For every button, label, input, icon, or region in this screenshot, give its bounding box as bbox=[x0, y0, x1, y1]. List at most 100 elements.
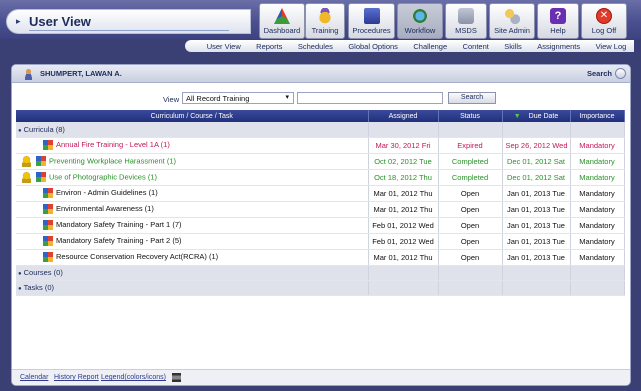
page-title: User View bbox=[29, 14, 91, 29]
row-name[interactable]: Use of Photographic Devices bbox=[49, 172, 146, 181]
row-count: (1) bbox=[144, 203, 154, 213]
row-name[interactable]: Resource Conservation Recovery Act(RCRA) bbox=[56, 252, 207, 261]
row-name[interactable]: Mandatory Safety Training - Part 2 bbox=[56, 236, 170, 245]
menu-user-view[interactable]: User View bbox=[207, 42, 241, 51]
view-select[interactable]: All Record Training ▾ bbox=[182, 92, 294, 104]
dashboard-icon bbox=[274, 8, 290, 24]
menu-schedules[interactable]: Schedules bbox=[298, 42, 333, 51]
table-row[interactable]: Mandatory Safety Training - Part 1 (7) F… bbox=[16, 217, 625, 234]
row-importance: Mandatory bbox=[570, 137, 625, 154]
award-icon bbox=[22, 155, 31, 167]
group-label: Curricula bbox=[23, 124, 54, 134]
search-button[interactable]: Search bbox=[448, 92, 496, 104]
row-assigned: Feb 01, 2012 Wed bbox=[368, 217, 439, 234]
row-status: Completed bbox=[438, 169, 503, 186]
group-row-curricula[interactable]: ● Curricula (8) bbox=[16, 122, 625, 138]
table-row[interactable]: Mandatory Safety Training - Part 2 (5) F… bbox=[16, 233, 625, 250]
site-admin-icon bbox=[504, 8, 520, 24]
site-admin-button[interactable]: Site Admin bbox=[489, 3, 535, 39]
msds-icon bbox=[458, 8, 474, 24]
legend-link[interactable]: Legend(colors/icons) bbox=[101, 374, 166, 381]
row-assigned: Oct 18, 2012 Thu bbox=[368, 169, 439, 186]
row-due: Dec 01, 2012 Sat bbox=[502, 169, 571, 186]
user-name: SHUMPERT, LAWAN A. bbox=[40, 69, 122, 78]
workflow-button[interactable]: Workflow bbox=[397, 3, 443, 39]
menu-challenge[interactable]: Challenge bbox=[413, 42, 447, 51]
panel-search-label[interactable]: Search bbox=[587, 69, 612, 78]
row-name[interactable]: Environmental Awareness bbox=[56, 204, 143, 213]
table-row[interactable]: Environmental Awareness (1) Mar 01, 2012… bbox=[16, 201, 625, 218]
row-status: Expired bbox=[438, 137, 503, 154]
page-title-bar: ▸ User View bbox=[6, 9, 251, 34]
log-off-button[interactable]: ✕ Log Off bbox=[581, 3, 627, 39]
table-row[interactable]: Environ - Admin Guidelines (1) Mar 01, 2… bbox=[16, 185, 625, 202]
panel-search-toggle-icon[interactable] bbox=[615, 68, 626, 79]
user-icon bbox=[23, 68, 34, 80]
row-name[interactable]: Environ - Admin Guidelines bbox=[56, 188, 146, 197]
col-header-importance[interactable]: Importance bbox=[570, 110, 625, 122]
curriculum-icon bbox=[43, 188, 53, 198]
curriculum-icon bbox=[36, 172, 46, 182]
row-importance: Mandatory bbox=[570, 233, 625, 250]
msds-button[interactable]: MSDS bbox=[445, 3, 487, 39]
group-row-courses[interactable]: ● Courses (0) bbox=[16, 265, 625, 281]
title-underline bbox=[29, 30, 229, 31]
help-icon: ? bbox=[550, 8, 566, 24]
group-label: Courses bbox=[23, 268, 52, 277]
group-tasks-cell[interactable]: ● Tasks (0) bbox=[16, 280, 369, 296]
training-button[interactable]: Training bbox=[305, 3, 345, 39]
procedures-label: Procedures bbox=[352, 26, 391, 35]
filter-row: View All Record Training ▾ Search bbox=[12, 91, 630, 105]
row-name[interactable]: Mandatory Safety Training - Part 1 bbox=[56, 220, 170, 229]
procedures-icon bbox=[363, 8, 380, 24]
table-row[interactable]: Preventing Workplace Harassment (1) Oct … bbox=[16, 153, 625, 170]
curriculum-icon bbox=[36, 156, 46, 166]
row-name[interactable]: Preventing Workplace Harassment bbox=[49, 156, 165, 165]
row-status: Open bbox=[438, 185, 503, 202]
menu-content[interactable]: Content bbox=[463, 42, 489, 51]
row-name[interactable]: Annual Fire Training - Level 1A bbox=[56, 140, 159, 149]
col-header-status[interactable]: Status bbox=[438, 110, 503, 122]
row-count: (1) bbox=[148, 187, 158, 197]
table-row[interactable]: Use of Photographic Devices (1) Oct 18, … bbox=[16, 169, 625, 186]
row-assigned: Oct 02, 2012 Tue bbox=[368, 153, 439, 170]
training-label: Training bbox=[311, 26, 339, 35]
curriculum-icon bbox=[43, 220, 53, 230]
col-header-due-date-label: Due Date bbox=[528, 112, 559, 120]
print-icon[interactable] bbox=[172, 373, 181, 382]
row-due: Jan 01, 2013 Tue bbox=[502, 217, 571, 234]
user-bar: SHUMPERT, LAWAN A. Search bbox=[12, 65, 630, 83]
col-header-assigned[interactable]: Assigned bbox=[368, 110, 439, 122]
view-select-value: All Record Training bbox=[186, 94, 250, 103]
menu-view-log[interactable]: View Log bbox=[596, 42, 627, 51]
col-header-due-date[interactable]: ▼ Due Date bbox=[502, 110, 571, 122]
workflow-icon bbox=[412, 8, 428, 24]
menu-global-options[interactable]: Global Options bbox=[348, 42, 398, 51]
help-label: Help bbox=[550, 26, 566, 35]
group-row-tasks[interactable]: ● Tasks (0) bbox=[16, 280, 625, 296]
group-courses-cell[interactable]: ● Courses (0) bbox=[16, 265, 369, 281]
history-report-link[interactable]: History Report bbox=[54, 374, 99, 381]
table-row[interactable]: Resource Conservation Recovery Act(RCRA)… bbox=[16, 249, 625, 266]
group-curricula-cell[interactable]: ● Curricula (8) bbox=[16, 122, 369, 138]
dashboard-button[interactable]: Dashboard bbox=[259, 3, 305, 39]
user-view-panel: SHUMPERT, LAWAN A. Search View All Recor… bbox=[11, 64, 631, 386]
site-admin-label: Site Admin bbox=[494, 26, 530, 35]
row-importance: Mandatory bbox=[570, 201, 625, 218]
calendar-link[interactable]: Calendar bbox=[20, 374, 48, 381]
row-due: Jan 01, 2013 Tue bbox=[502, 233, 571, 250]
row-assigned: Mar 30, 2012 Fri bbox=[368, 137, 439, 154]
log-off-label: Log Off bbox=[591, 26, 617, 35]
curriculum-icon bbox=[43, 236, 53, 246]
col-header-name[interactable]: Curriculum / Course / Task bbox=[16, 110, 369, 122]
help-button[interactable]: ? Help bbox=[537, 3, 579, 39]
menu-skills[interactable]: Skills bbox=[504, 42, 522, 51]
table-row[interactable]: Annual Fire Training - Level 1A (1) Mar … bbox=[16, 137, 625, 154]
procedures-button[interactable]: Procedures bbox=[348, 3, 395, 39]
search-input[interactable] bbox=[297, 92, 443, 104]
row-assigned: Mar 01, 2012 Thu bbox=[368, 185, 439, 202]
menu-reports[interactable]: Reports bbox=[256, 42, 282, 51]
group-count: (0) bbox=[44, 283, 55, 292]
row-count: (1) bbox=[160, 139, 170, 149]
menu-assignments[interactable]: Assignments bbox=[537, 42, 580, 51]
